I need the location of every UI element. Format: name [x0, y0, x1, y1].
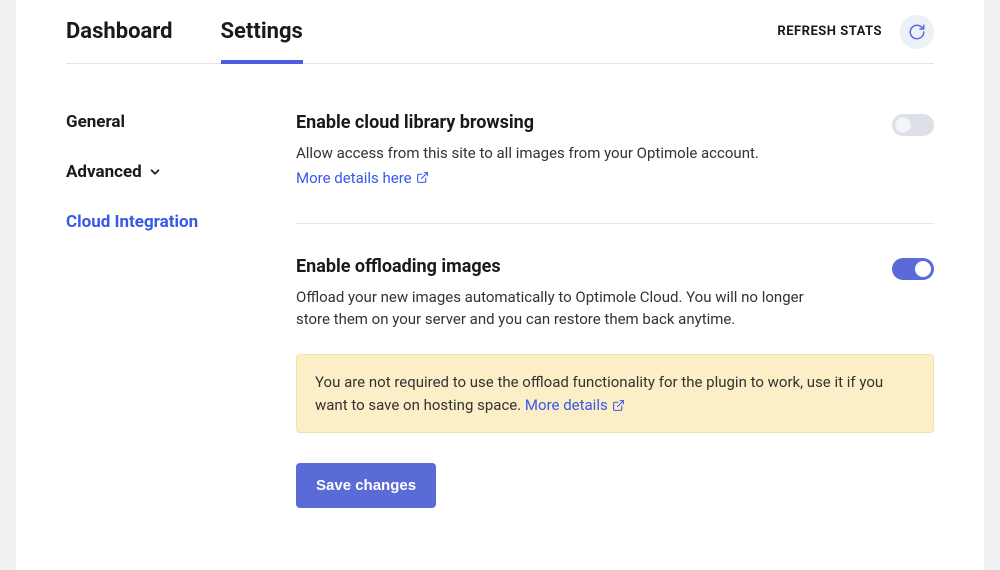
refresh-stats-label: REFRESH STATS	[777, 24, 882, 39]
toggle-offloading[interactable]	[892, 258, 934, 280]
section-offloading: Enable offloading images Offload your ne…	[296, 256, 934, 509]
notice-more-details-link[interactable]: More details	[525, 394, 625, 417]
external-link-icon	[612, 399, 625, 412]
external-link-icon	[416, 171, 429, 184]
section-title: Enable cloud library browsing	[296, 112, 759, 133]
section-cloud-library: Enable cloud library browsing Allow acce…	[296, 112, 934, 224]
section-title: Enable offloading images	[296, 256, 836, 277]
refresh-icon	[908, 23, 926, 41]
link-label: More details	[525, 394, 608, 417]
more-details-link[interactable]: More details here	[296, 169, 429, 187]
sidebar-item-general[interactable]: General	[66, 112, 266, 132]
section-desc: Offload your new images automatically to…	[296, 287, 836, 331]
settings-sidebar: General Advanced Cloud Integration	[66, 112, 266, 508]
topbar: Dashboard Settings REFRESH STATS	[66, 0, 934, 64]
sidebar-item-advanced[interactable]: Advanced	[66, 162, 266, 182]
tab-settings[interactable]: Settings	[221, 0, 303, 63]
link-label: More details here	[296, 169, 412, 187]
sidebar-item-cloud-integration[interactable]: Cloud Integration	[66, 212, 266, 232]
top-right: REFRESH STATS	[777, 15, 934, 49]
refresh-stats-button[interactable]	[900, 15, 934, 49]
settings-content: Enable cloud library browsing Allow acce…	[296, 112, 934, 508]
tabs: Dashboard Settings	[66, 0, 303, 63]
sidebar-item-label: Advanced	[66, 162, 142, 182]
chevron-down-icon	[148, 165, 162, 179]
tab-dashboard[interactable]: Dashboard	[66, 0, 173, 63]
offload-notice: You are not required to use the offload …	[296, 354, 934, 433]
section-desc: Allow access from this site to all image…	[296, 143, 759, 165]
toggle-cloud-library[interactable]	[892, 114, 934, 136]
save-changes-button[interactable]: Save changes	[296, 463, 436, 508]
